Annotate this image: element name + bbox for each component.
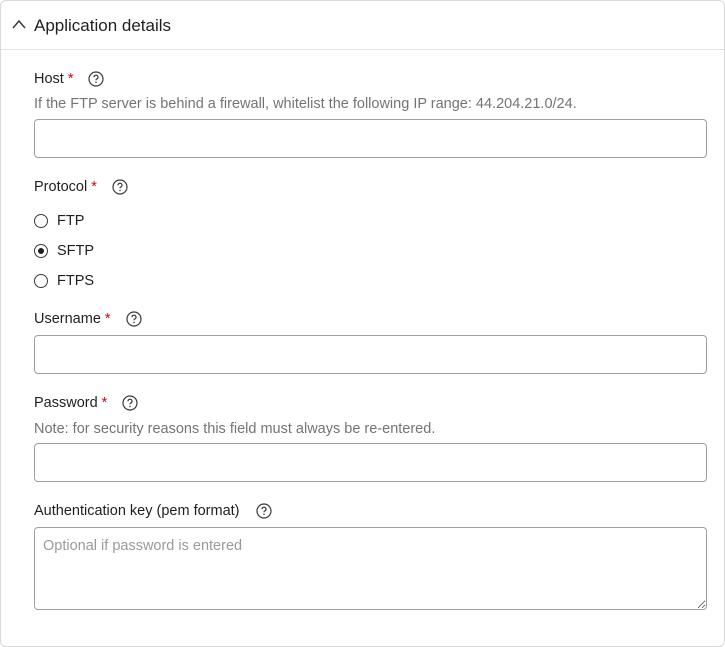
protocol-option-ftp[interactable]: FTP	[34, 211, 84, 231]
help-icon[interactable]	[125, 311, 142, 327]
password-label: Password	[34, 395, 98, 411]
password-required-mark: *	[101, 395, 108, 411]
password-label-row: Password *	[34, 393, 138, 413]
protocol-required-mark: *	[91, 179, 97, 195]
radio-label: SFTP	[57, 243, 95, 259]
protocol-option-ftps[interactable]: FTPS	[34, 271, 94, 291]
auth-key-label-row: Authentication key (pem format)	[34, 501, 272, 521]
radio-button[interactable]	[34, 274, 48, 288]
help-icon[interactable]	[122, 395, 138, 411]
password-hint: Note: for security reasons this field mu…	[34, 421, 436, 437]
protocol-label: Protocol	[34, 179, 88, 195]
protocol-label-row: Protocol *	[34, 177, 128, 197]
username-required-mark: *	[104, 311, 111, 327]
help-icon[interactable]	[255, 503, 272, 519]
section-title: Application details	[34, 16, 172, 35]
section-header[interactable]: Application details	[1, 1, 724, 50]
host-hint: If the FTP server is behind a firewall, …	[34, 96, 577, 112]
chevron-up-icon[interactable]	[11, 18, 27, 30]
auth-key-textarea[interactable]	[34, 527, 707, 610]
host-required-mark: *	[67, 71, 74, 87]
host-label: Host	[34, 71, 64, 87]
username-label-row: Username *	[34, 309, 142, 329]
help-icon[interactable]	[88, 71, 105, 87]
username-input[interactable]	[34, 335, 707, 374]
help-icon[interactable]	[112, 179, 128, 195]
radio-label: FTP	[57, 213, 85, 229]
host-input[interactable]	[34, 119, 707, 158]
application-details-panel: Application details Host * If the FTP se…	[0, 0, 725, 647]
protocol-option-sftp[interactable]: SFTP	[34, 241, 94, 261]
host-label-row: Host *	[34, 69, 105, 89]
auth-key-label: Authentication key (pem format)	[34, 503, 240, 519]
radio-button[interactable]	[34, 214, 48, 228]
username-label: Username	[34, 311, 101, 327]
password-input[interactable]	[34, 443, 707, 482]
radio-label: FTPS	[57, 273, 95, 289]
radio-button[interactable]	[34, 244, 48, 258]
